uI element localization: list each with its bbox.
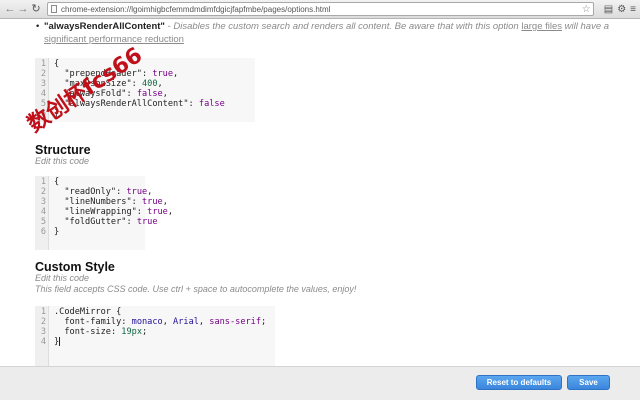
line-number: 2 bbox=[40, 317, 46, 327]
code-text: font-size: 19px; bbox=[64, 327, 148, 337]
json-value: false bbox=[136, 89, 163, 99]
line-number: 1 bbox=[40, 177, 46, 187]
code-text: .CodeMirror { bbox=[54, 307, 122, 317]
browser-toolbar: ← → ↻ chrome-extension://lgoimhigbcfemmd… bbox=[0, 0, 640, 19]
code-line: 6} bbox=[35, 227, 145, 237]
line-number: 2 bbox=[40, 187, 46, 197]
json-value: true bbox=[126, 187, 148, 197]
css-value: Arial bbox=[173, 317, 199, 327]
css-property: font-size bbox=[64, 327, 111, 337]
structure-subtitle: Edit this code bbox=[35, 156, 90, 166]
line-number: 3 bbox=[40, 197, 46, 207]
line-number: 4 bbox=[40, 337, 46, 347]
code-line: 2 font-family: monaco, Arial, sans-serif… bbox=[35, 317, 275, 327]
css-value: monaco bbox=[131, 317, 163, 327]
code-text: { bbox=[54, 177, 60, 187]
json-key: "foldGutter" bbox=[64, 217, 127, 227]
code-text: font-family: monaco, Arial, sans-serif; bbox=[64, 317, 267, 327]
code-line: 2 "readOnly": true, bbox=[35, 187, 153, 197]
large-files-link[interactable]: large files bbox=[521, 21, 562, 32]
settings-gear-icon[interactable]: ⚙ bbox=[617, 4, 626, 15]
code-text: } bbox=[54, 337, 61, 347]
custom-style-title: Custom Style bbox=[35, 260, 115, 274]
option-desc-1: - Disables the custom search and renders… bbox=[164, 21, 522, 32]
line-number: 1 bbox=[40, 59, 46, 69]
code-text: } bbox=[54, 227, 60, 237]
json-value: true bbox=[147, 207, 168, 217]
performance-link[interactable]: significant performance reduction bbox=[44, 34, 184, 45]
json-value: true bbox=[141, 197, 163, 207]
json-key: "lineWrapping" bbox=[64, 207, 137, 217]
custom-style-subtitle: Edit this code bbox=[35, 273, 90, 283]
line-number: 1 bbox=[40, 307, 46, 317]
menu-icon[interactable]: ≡ bbox=[630, 4, 636, 15]
code-line: 5 "foldGutter": true bbox=[35, 217, 158, 227]
css-value: sans-serif bbox=[209, 317, 262, 327]
reset-to-defaults-button[interactable]: Reset to defaults bbox=[476, 375, 562, 390]
structure-code-editor[interactable]: 1{2 "readOnly": true, 3 "lineNumbers": tr… bbox=[35, 176, 173, 250]
code-line: 2 "prependHeader": true, bbox=[35, 69, 255, 79]
forward-arrow-icon[interactable]: → bbox=[17, 2, 29, 16]
json-value: true bbox=[136, 217, 158, 227]
bullet-dot: • bbox=[36, 21, 40, 32]
extension-icon[interactable]: ▤ bbox=[604, 4, 613, 15]
json-key: "readOnly" bbox=[64, 187, 117, 197]
json-key: "lineNumbers" bbox=[64, 197, 132, 207]
line-number: 5 bbox=[40, 217, 46, 227]
code-line: 4} bbox=[35, 337, 275, 347]
save-button[interactable]: Save bbox=[567, 375, 610, 390]
page-icon bbox=[51, 5, 57, 13]
line-number: 2 bbox=[40, 69, 46, 79]
option-name: "alwaysRenderAllContent" bbox=[44, 21, 165, 32]
code-line: 3 font-size: 19px; bbox=[35, 327, 275, 337]
code-line: 4 "lineWrapping": true, bbox=[35, 207, 173, 217]
code-text: { bbox=[54, 59, 60, 69]
option-desc-2: will have a bbox=[562, 21, 610, 32]
code-text: "lineWrapping": true, bbox=[64, 207, 174, 217]
toolbar-right-icons: ▤ ⚙ ≡ bbox=[600, 4, 636, 15]
line-number: 6 bbox=[40, 227, 46, 237]
json-value: 400 bbox=[141, 79, 158, 89]
custom-style-hint: This field accepts CSS code. Use ctrl + … bbox=[35, 284, 357, 294]
json-value: false bbox=[198, 99, 225, 109]
reload-icon[interactable]: ↻ bbox=[30, 2, 42, 16]
url-text[interactable]: chrome-extension://lgoimhigbcfemmdmdimfd… bbox=[61, 5, 330, 14]
text-cursor bbox=[59, 337, 61, 346]
css-property: font-family bbox=[64, 317, 122, 327]
custom-style-code-editor[interactable]: 1 .CodeMirror {2 font-family: monaco, Ari… bbox=[35, 306, 275, 366]
bookmark-star-icon[interactable]: ☆ bbox=[582, 4, 591, 15]
code-line: 1 .CodeMirror { bbox=[35, 307, 275, 317]
code-text: "readOnly": true, bbox=[64, 187, 153, 197]
structure-title: Structure bbox=[35, 143, 91, 157]
footer-bar: Reset to defaults Save bbox=[0, 366, 640, 400]
back-arrow-icon[interactable]: ← bbox=[4, 2, 16, 16]
options-page: • "alwaysRenderAllContent" - Disables th… bbox=[0, 20, 640, 366]
address-bar[interactable]: chrome-extension://lgoimhigbcfemmdmdimfd… bbox=[47, 2, 594, 16]
code-text: "lineNumbers": true, bbox=[64, 197, 168, 207]
css-number: 19px bbox=[121, 327, 142, 337]
line-number: 3 bbox=[40, 79, 46, 89]
line-number: 4 bbox=[40, 207, 46, 217]
line-number: 3 bbox=[40, 327, 46, 337]
code-line: 3 "lineNumbers": true, bbox=[35, 197, 168, 207]
json-value: true bbox=[152, 69, 174, 79]
code-line: 1{ bbox=[35, 177, 145, 187]
code-text: "foldGutter": true bbox=[64, 217, 158, 227]
